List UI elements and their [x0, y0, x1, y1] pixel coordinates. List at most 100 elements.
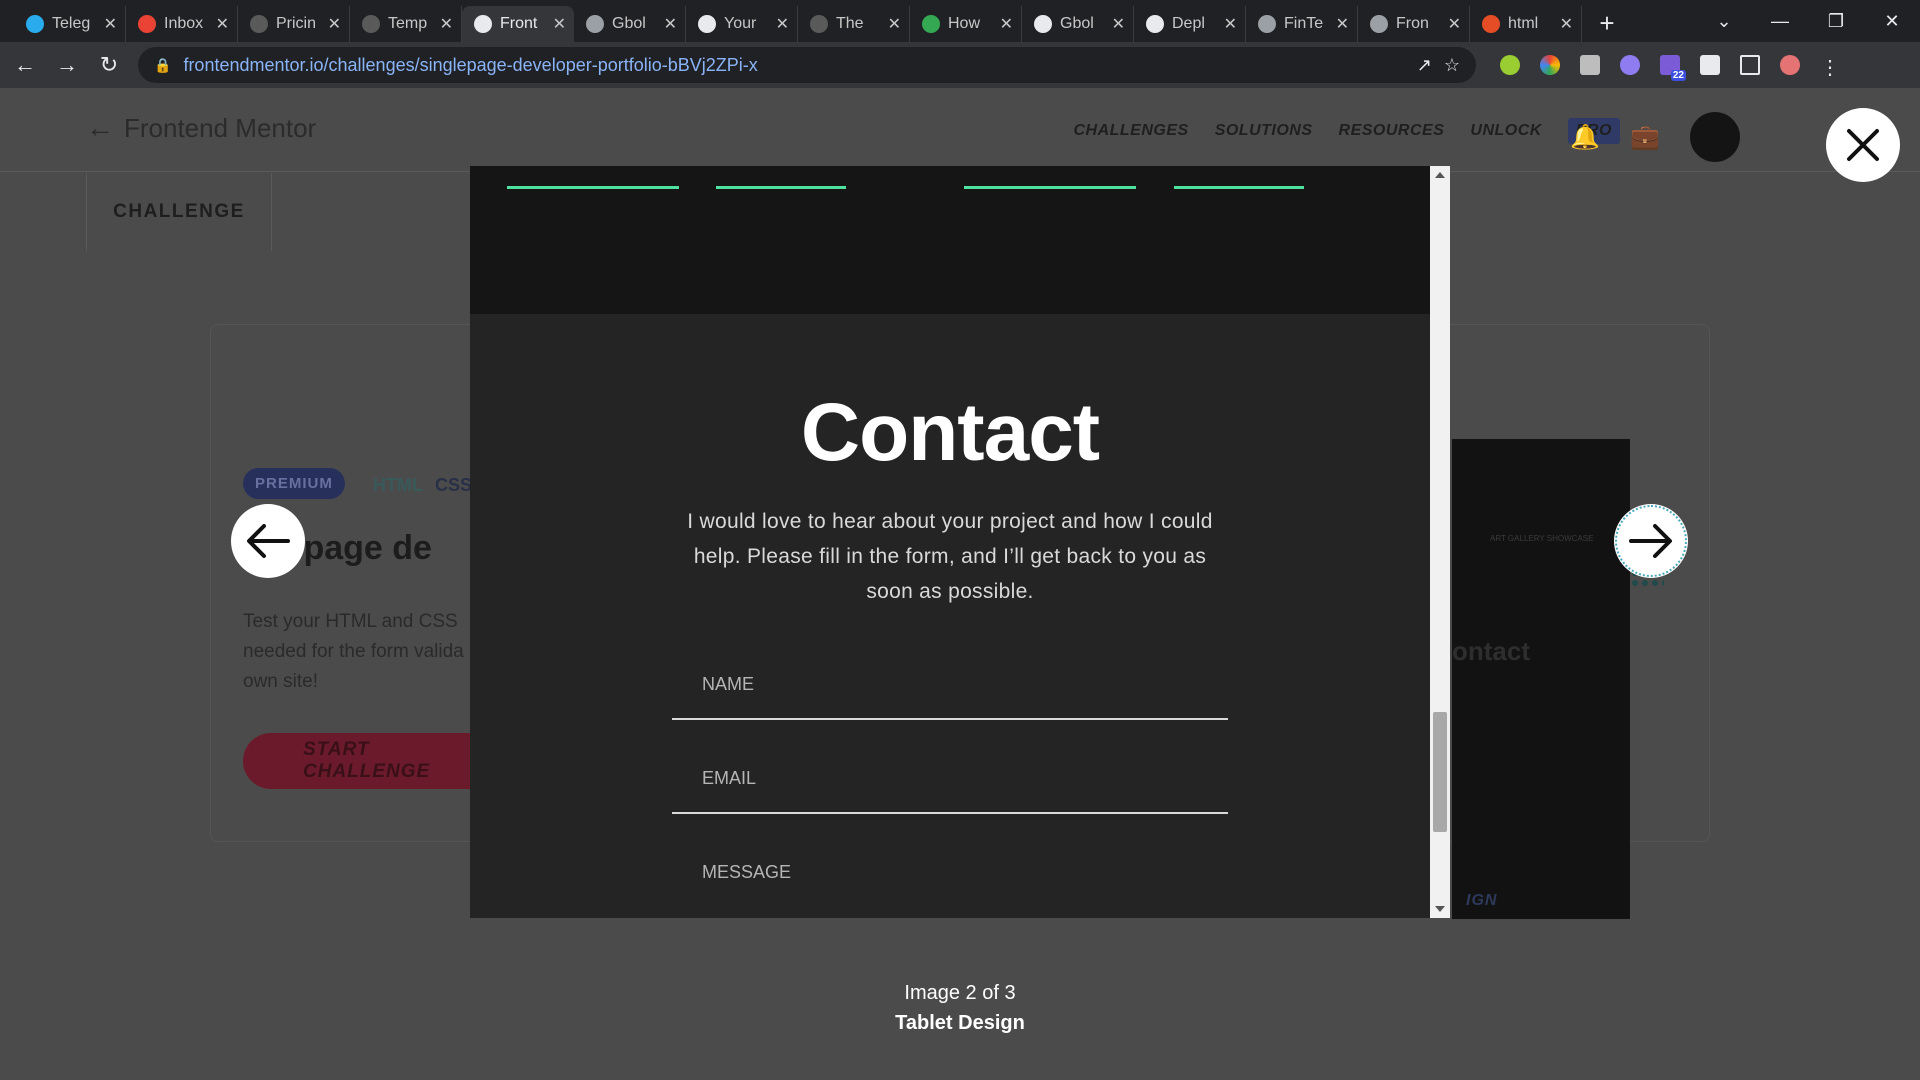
github-icon [1034, 15, 1052, 33]
accent-underline [1174, 186, 1304, 189]
tab-challenge[interactable]: CHALLENGE [86, 173, 272, 251]
contact-description: I would love to hear about your project … [687, 510, 1213, 603]
reload-icon[interactable]: ↻ [96, 52, 122, 78]
next-image-button[interactable] [1614, 504, 1688, 578]
puzzle-icon[interactable] [1700, 55, 1720, 75]
telegram-icon [26, 15, 44, 33]
message-field: MESSAGE [702, 862, 792, 882]
frontendmentor-icon [474, 15, 492, 33]
close-tab-icon[interactable]: ✕ [1336, 14, 1349, 34]
extension-icon[interactable] [1540, 55, 1560, 75]
browser-tab[interactable]: The ✕ [798, 6, 910, 42]
tab-search-icon[interactable]: ⌄ [1696, 11, 1752, 32]
lock-icon[interactable]: 🔒 [154, 57, 171, 74]
maximize-button[interactable]: ❐ [1808, 11, 1864, 32]
user-avatar[interactable] [1690, 112, 1740, 162]
site-logo-text: Frontend Mentor [124, 112, 317, 143]
browser-tab[interactable]: Gbol ✕ [574, 6, 686, 42]
tab-title: How [948, 15, 981, 32]
tab-title: Depl [1172, 15, 1205, 32]
extensions-area: 22 ⋮ [1500, 55, 1840, 81]
close-tab-icon[interactable]: ✕ [553, 14, 566, 34]
extension-icon[interactable] [1620, 55, 1640, 75]
close-tab-icon[interactable]: ✕ [1224, 14, 1237, 34]
name-field: NAME [672, 662, 1228, 720]
close-tab-icon[interactable]: ✕ [104, 14, 117, 34]
browser-tab[interactable]: How ✕ [910, 6, 1022, 42]
browser-toolbar: ← → ↻ 🔒 frontendmentor.io/challenges/sin… [0, 42, 1920, 88]
browser-tab[interactable]: Teleg ✕ [14, 6, 126, 42]
nav-challenges[interactable]: CHALLENGES [1073, 122, 1188, 140]
close-tab-icon[interactable]: ✕ [440, 14, 453, 34]
badge-extension-icon[interactable]: 22 [1660, 55, 1686, 81]
nav-solutions[interactable]: SOLUTIONS [1215, 122, 1313, 140]
nav-unlock[interactable]: UNLOCK [1470, 122, 1541, 140]
back-icon[interactable]: ← [12, 52, 38, 78]
site-logo[interactable]: ← Frontend Mentor [86, 112, 316, 144]
tab-title: Gbol [1060, 15, 1094, 32]
kebab-menu-icon[interactable]: ⋮ [1820, 55, 1840, 79]
scroll-down-arrow-icon[interactable] [1435, 906, 1445, 912]
address-bar[interactable]: 🔒 frontendmentor.io/challenges/singlepag… [138, 47, 1476, 83]
nav-resources[interactable]: RESOURCES [1339, 122, 1445, 140]
url-text[interactable]: frontendmentor.io/challenges/singlepage-… [183, 55, 1404, 76]
forward-icon[interactable]: → [54, 52, 80, 78]
close-tab-icon[interactable]: ✕ [1560, 14, 1573, 34]
scroll-up-arrow-icon[interactable] [1435, 172, 1445, 178]
b-icon [250, 15, 268, 33]
side-panel-icon[interactable] [1740, 55, 1760, 75]
camera-icon[interactable] [1580, 55, 1600, 75]
header-icons: 🔔 💼 [1570, 112, 1740, 162]
start-challenge-button[interactable]: START CHALLENGE [243, 733, 503, 789]
site-header: ← Frontend Mentor CHALLENGES SOLUTIONS R… [0, 88, 1920, 172]
tab-title: Front [500, 15, 538, 32]
tab-title: Gbol [612, 15, 646, 32]
scrollbar-thumb[interactable] [1433, 712, 1447, 832]
extension-icon[interactable] [1500, 55, 1520, 75]
close-tab-icon[interactable]: ✕ [1000, 14, 1013, 34]
browser-tab[interactable]: Inbox ✕ [126, 6, 238, 42]
browser-tab[interactable]: Your ✕ [686, 6, 798, 42]
profile-avatar[interactable] [1780, 55, 1800, 75]
email-field: EMAIL [672, 756, 1228, 814]
design-preview-image [1452, 439, 1630, 919]
browser-tab[interactable]: html ✕ [1470, 6, 1582, 42]
tab-title: Teleg [52, 15, 91, 32]
preview-design-tab[interactable]: IGN [1466, 892, 1497, 910]
browser-tab[interactable]: Pricin ✕ [238, 6, 350, 42]
browser-tab[interactable]: Gbol ✕ [1022, 6, 1134, 42]
share-icon[interactable]: ↗ [1417, 55, 1432, 76]
close-lightbox-button[interactable] [1826, 108, 1900, 182]
window-controls: ⌄ — ❐ ✕ [1696, 0, 1920, 42]
bell-icon[interactable]: 🔔 [1570, 123, 1600, 152]
close-tab-icon[interactable]: ✕ [664, 14, 677, 34]
minimize-button[interactable]: — [1752, 11, 1808, 32]
browser-tab[interactable]: Depl ✕ [1134, 6, 1246, 42]
preview-project-strip [470, 166, 1430, 314]
tab-title: Fron [1396, 15, 1429, 32]
close-tab-icon[interactable]: ✕ [1112, 14, 1125, 34]
close-tab-icon[interactable]: ✕ [888, 14, 901, 34]
close-tab-icon[interactable]: ✕ [328, 14, 341, 34]
briefcase-icon[interactable]: 💼 [1630, 123, 1660, 152]
browser-tab[interactable]: Fron ✕ [1358, 6, 1470, 42]
close-tab-icon[interactable]: ✕ [1448, 14, 1461, 34]
lightbox-caption: Tablet Design [895, 1012, 1025, 1034]
previous-image-button[interactable] [231, 504, 305, 578]
new-tab-button[interactable]: + [1590, 6, 1624, 40]
tab-title: Inbox [164, 15, 204, 32]
bookmark-star-icon[interactable]: ☆ [1444, 55, 1460, 76]
close-icon [1847, 129, 1879, 161]
site-nav: CHALLENGES SOLUTIONS RESOURCES UNLOCK PR… [1073, 118, 1620, 144]
browser-tab[interactable]: Temp ✕ [350, 6, 462, 42]
browser-tab[interactable]: FinTe ✕ [1246, 6, 1358, 42]
close-tab-icon[interactable]: ✕ [776, 14, 789, 34]
close-tab-icon[interactable]: ✕ [216, 14, 229, 34]
close-window-button[interactable]: ✕ [1864, 11, 1920, 32]
globe-icon [1258, 15, 1276, 33]
tab-title: FinTe [1284, 15, 1324, 32]
lightbox-scrollbar[interactable] [1430, 166, 1450, 918]
tab-title: The [836, 15, 864, 32]
browser-tab[interactable]: Front ✕ [462, 6, 574, 42]
lightbox-counter: Image 2 of 3 [904, 982, 1016, 1004]
